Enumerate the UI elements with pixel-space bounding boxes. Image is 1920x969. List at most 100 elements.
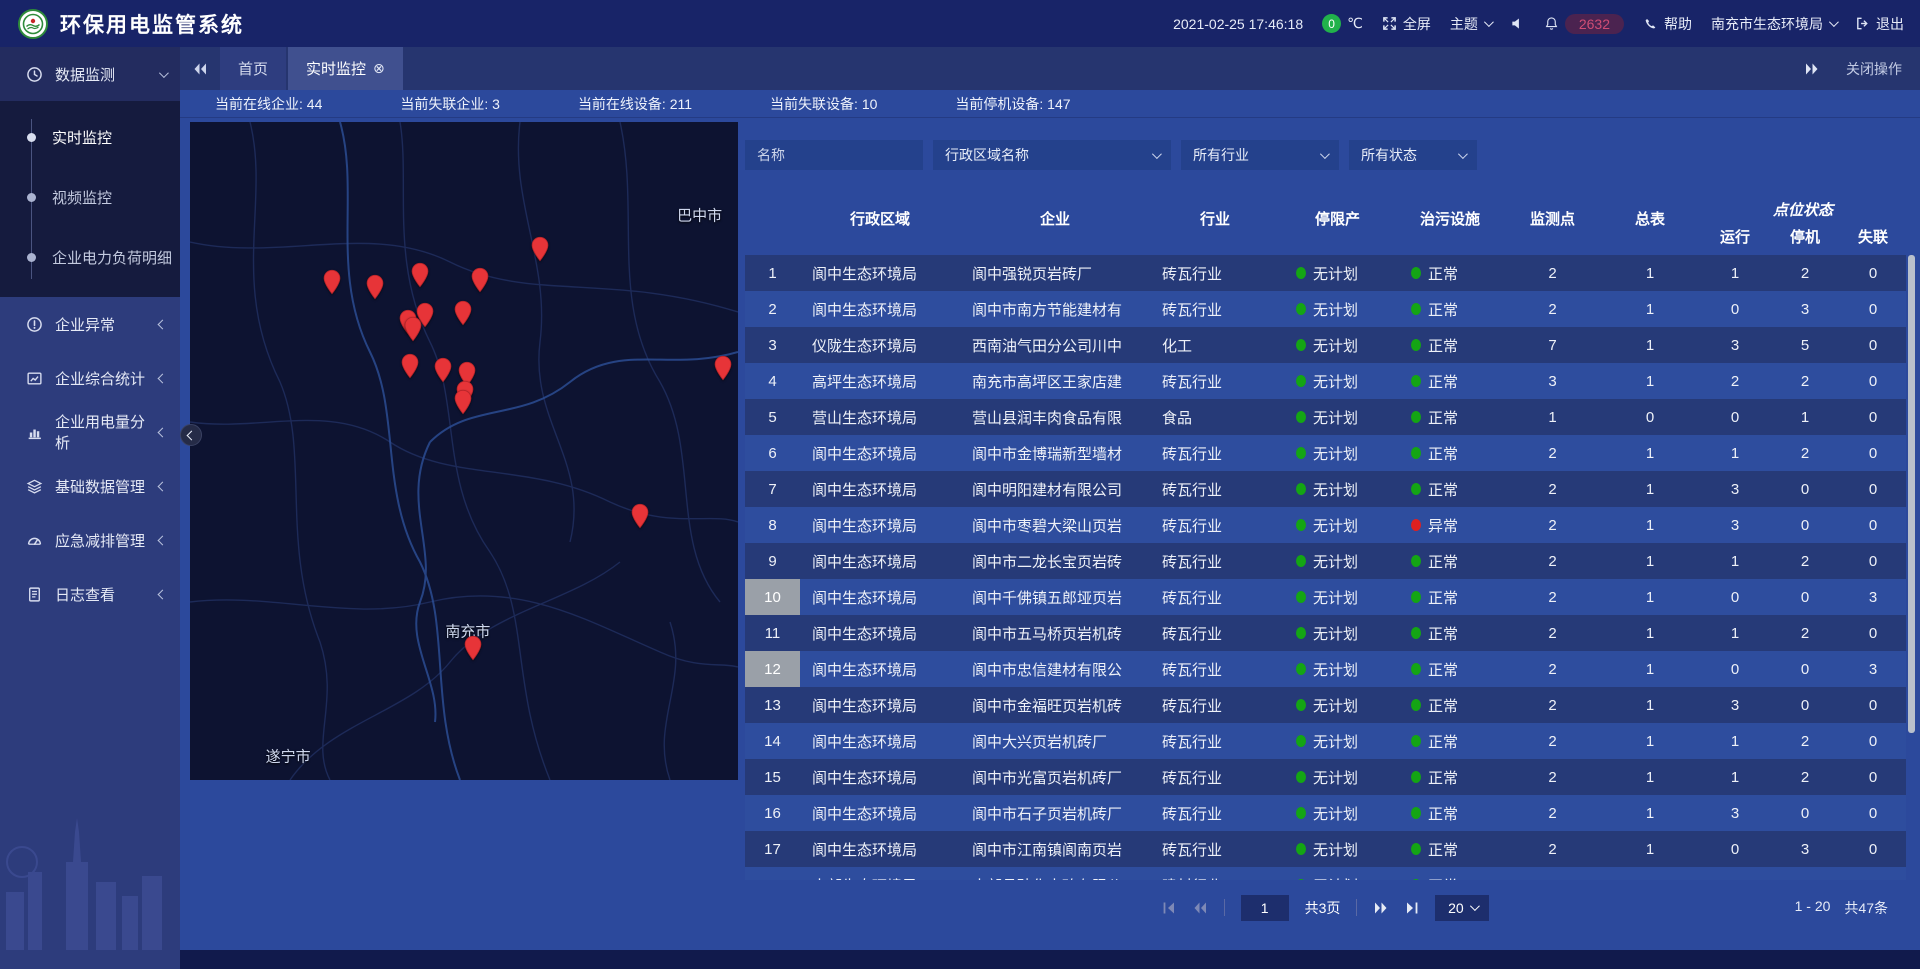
cell-stop: 0 xyxy=(1770,795,1840,831)
status-dot-icon xyxy=(1411,267,1421,279)
tabs-scroll-right-icon[interactable] xyxy=(1804,62,1820,76)
table-row[interactable]: 18南部生态环境局南部县砂化土砖有限公建材行业无计划正常52050 xyxy=(745,867,1906,880)
table-row[interactable]: 17阆中生态环境局阆中市江南镇阆南页岩砖瓦行业无计划正常21030 xyxy=(745,831,1906,867)
sidebar-item-实时监控[interactable]: 实时监控 xyxy=(0,107,180,167)
cell-limit: 无计划 xyxy=(1280,615,1395,651)
table-scrollbar[interactable] xyxy=(1908,255,1915,733)
cell-lost: 3 xyxy=(1840,579,1906,615)
chevron-left-icon xyxy=(158,319,168,329)
next-page-button[interactable] xyxy=(1373,901,1389,915)
clock-icon xyxy=(26,66,43,83)
map-road-network xyxy=(190,122,738,780)
chevron-down-icon xyxy=(159,68,169,78)
map-pin[interactable] xyxy=(713,355,733,381)
notifications[interactable]: 2632 xyxy=(1544,14,1624,34)
first-page-button[interactable] xyxy=(1162,901,1176,915)
table-row[interactable]: 9阆中生态环境局阆中市二龙长宝页岩砖砖瓦行业无计划正常21120 xyxy=(745,543,1906,579)
sidebar-item-视频监控[interactable]: 视频监控 xyxy=(0,167,180,227)
filter-bar: 行政区域名称 所有行业 所有状态 xyxy=(745,140,1477,170)
cell-limit: 无计划 xyxy=(1280,435,1395,471)
prev-page-button[interactable] xyxy=(1192,901,1208,915)
industry-filter-select[interactable]: 所有行业 xyxy=(1181,140,1339,170)
table-row[interactable]: 13阆中生态环境局阆中市金福旺页岩机砖砖瓦行业无计划正常21300 xyxy=(745,687,1906,723)
page-number-input[interactable]: 1 xyxy=(1241,895,1289,921)
map-pin[interactable] xyxy=(630,503,650,529)
logout-button[interactable]: 退出 xyxy=(1855,14,1904,34)
table-row[interactable]: 14阆中生态环境局阆中大兴页岩机砖厂砖瓦行业无计划正常21120 xyxy=(745,723,1906,759)
map-pin[interactable] xyxy=(453,300,473,326)
sidebar-item-企业电力负荷明细[interactable]: 企业电力负荷明细 xyxy=(0,227,180,287)
cell-run: 1 xyxy=(1700,759,1770,795)
cell-facility: 正常 xyxy=(1395,687,1505,723)
skyline-decoration xyxy=(0,800,180,950)
help-button[interactable]: 帮助 xyxy=(1643,14,1692,34)
cell-industry: 砖瓦行业 xyxy=(1150,759,1280,795)
table-row[interactable]: 2阆中生态环境局阆中市南方节能建材有砖瓦行业无计划正常21030 xyxy=(745,291,1906,327)
name-filter-input[interactable] xyxy=(745,140,923,170)
tab-close-icon[interactable]: ⊗ xyxy=(373,60,385,77)
table-row[interactable]: 11阆中生态环境局阆中市五马桥页岩机砖砖瓦行业无计划正常21120 xyxy=(745,615,1906,651)
table-row[interactable]: 5营山生态环境局营山县润丰肉食品有限食品无计划正常10010 xyxy=(745,399,1906,435)
status-dot-icon xyxy=(1411,555,1421,567)
tab-首页[interactable]: 首页 xyxy=(220,47,286,90)
cell-meters: 1 xyxy=(1600,759,1700,795)
table-row[interactable]: 12阆中生态环境局阆中市忠信建材有限公砖瓦行业无计划正常21003 xyxy=(745,651,1906,687)
map-pin[interactable] xyxy=(365,274,385,300)
city-label-巴中市: 巴中市 xyxy=(677,205,722,226)
sidebar-group-应急减排管理[interactable]: 应急减排管理 xyxy=(0,513,180,567)
cell-facility: 正常 xyxy=(1395,759,1505,795)
table-row[interactable]: 7阆中生态环境局阆中明阳建材有限公司砖瓦行业无计划正常21300 xyxy=(745,471,1906,507)
sidebar-group-日志查看[interactable]: 日志查看 xyxy=(0,567,180,621)
close-operations-button[interactable]: 关闭操作 xyxy=(1846,59,1902,79)
speaker-icon[interactable] xyxy=(1510,16,1525,31)
page-size-select[interactable]: 20 xyxy=(1435,895,1489,921)
col-meters: 总表 xyxy=(1600,182,1700,255)
sidebar-group-企业用电量分析[interactable]: 企业用电量分析 xyxy=(0,405,180,459)
theme-dropdown[interactable]: 主题 xyxy=(1450,14,1491,34)
cell-company: 阆中千佛镇五郎垭页岩 xyxy=(960,579,1150,615)
region-filter-select[interactable]: 行政区域名称 xyxy=(933,140,1171,170)
cell-stop: 1 xyxy=(1770,399,1840,435)
org-dropdown[interactable]: 南充市生态环境局 xyxy=(1711,14,1836,34)
fullscreen-button[interactable]: 全屏 xyxy=(1382,14,1431,34)
map-pin[interactable] xyxy=(463,635,483,661)
cell-industry: 砖瓦行业 xyxy=(1150,651,1280,687)
tab-实时监控[interactable]: 实时监控⊗ xyxy=(288,47,403,90)
status-dot-icon xyxy=(1296,843,1306,855)
map-pin[interactable] xyxy=(322,269,342,295)
map-pin[interactable] xyxy=(453,389,473,415)
map-pin[interactable] xyxy=(470,267,490,293)
chart-icon xyxy=(26,424,43,441)
sidebar-group-企业异常[interactable]: 企业异常 xyxy=(0,297,180,351)
cell-lost: 3 xyxy=(1840,651,1906,687)
map-pin[interactable] xyxy=(530,236,550,262)
table-row[interactable]: 15阆中生态环境局阆中市光富页岩机砖厂砖瓦行业无计划正常21120 xyxy=(745,759,1906,795)
map-pin[interactable] xyxy=(410,262,430,288)
map-pin[interactable] xyxy=(403,316,423,342)
table-row[interactable]: 1阆中生态环境局阆中强锐页岩砖厂砖瓦行业无计划正常21120 xyxy=(745,255,1906,291)
map-pin[interactable] xyxy=(433,357,453,383)
status-dot-icon xyxy=(1296,447,1306,459)
status-dot-icon xyxy=(1296,555,1306,567)
sidebar-group-基础数据管理[interactable]: 基础数据管理 xyxy=(0,459,180,513)
tabs-scroll-left-icon[interactable] xyxy=(180,62,220,76)
cell-points: 2 xyxy=(1505,507,1600,543)
sidebar-group-数据监测[interactable]: 数据监测 xyxy=(0,47,180,101)
sidebar-group-企业综合统计[interactable]: 企业综合统计 xyxy=(0,351,180,405)
last-page-button[interactable] xyxy=(1405,901,1419,915)
table-row[interactable]: 10阆中生态环境局阆中千佛镇五郎垭页岩砖瓦行业无计划正常21003 xyxy=(745,579,1906,615)
table-row[interactable]: 6阆中生态环境局阆中市金博瑞新型墙材砖瓦行业无计划正常21120 xyxy=(745,435,1906,471)
status-filter-select[interactable]: 所有状态 xyxy=(1349,140,1477,170)
table-row[interactable]: 3仪陇生态环境局西南油气田分公司川中化工无计划正常71350 xyxy=(745,327,1906,363)
table-row[interactable]: 8阆中生态环境局阆中市枣碧大梁山页岩砖瓦行业无计划异常21300 xyxy=(745,507,1906,543)
status-dot-icon xyxy=(1296,591,1306,603)
map-collapse-button[interactable] xyxy=(180,424,202,446)
map-panel[interactable]: 巴中市南充市遂宁市 xyxy=(190,122,738,780)
cell-points: 2 xyxy=(1505,435,1600,471)
cell-lost: 0 xyxy=(1840,399,1906,435)
table-row[interactable]: 4高坪生态环境局南充市高坪区王家店建砖瓦行业无计划正常31220 xyxy=(745,363,1906,399)
map-pin[interactable] xyxy=(400,353,420,379)
cell-facility: 正常 xyxy=(1395,579,1505,615)
col-lost: 失联 xyxy=(1840,222,1906,255)
table-row[interactable]: 16阆中生态环境局阆中市石子页岩机砖厂砖瓦行业无计划正常21300 xyxy=(745,795,1906,831)
